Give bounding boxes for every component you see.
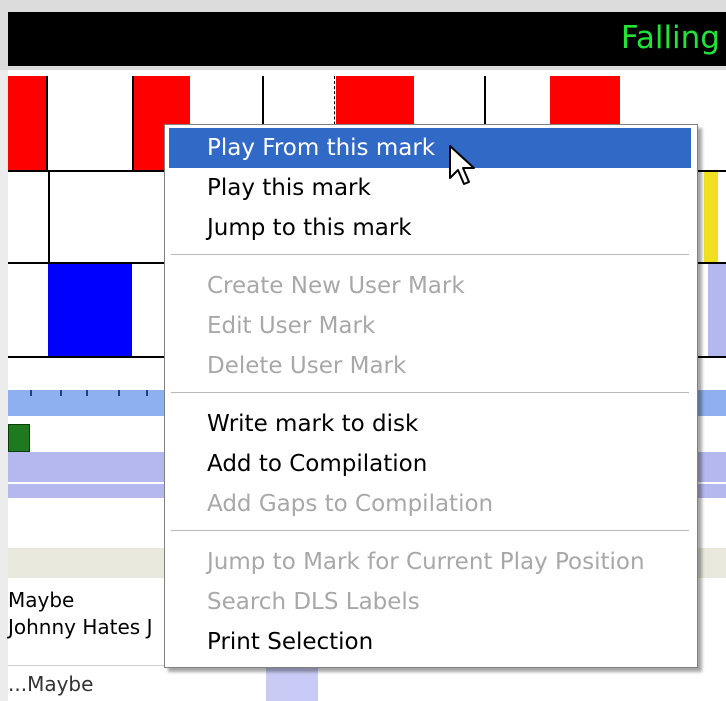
grid-line — [48, 172, 50, 264]
track-band — [266, 666, 318, 701]
left-gutter — [0, 70, 8, 701]
menu-item-print-selection[interactable]: Print Selection — [169, 622, 691, 662]
mark-cell[interactable] — [708, 264, 726, 356]
menu-item-add-gaps[interactable]: Add Gaps to Compilation — [169, 484, 691, 524]
mark-cell[interactable] — [8, 76, 46, 170]
menu-item-edit-user-mark[interactable]: Edit User Mark — [169, 306, 691, 346]
menu-separator — [171, 530, 689, 532]
ruler-tick — [86, 390, 88, 396]
menu-item-jump-current-position[interactable]: Jump to Mark for Current Play Position — [169, 542, 691, 582]
ruler-tick — [60, 390, 62, 396]
menu-item-write-to-disk[interactable]: Write mark to disk — [169, 404, 691, 444]
menu-separator — [171, 254, 689, 256]
menu-item-jump-to-mark[interactable]: Jump to this mark — [169, 208, 691, 248]
menu-item-delete-user-mark[interactable]: Delete User Mark — [169, 346, 691, 386]
menu-item-play-mark[interactable]: Play this mark — [169, 168, 691, 208]
grid-line — [132, 76, 134, 170]
list-item[interactable]: Johnny Hates J — [8, 615, 152, 639]
mark-cell[interactable] — [48, 76, 132, 170]
list-item[interactable]: Maybe — [8, 588, 74, 612]
menu-item-play-from-mark[interactable]: Play From this mark — [169, 128, 691, 168]
arrow-cursor-icon — [449, 145, 475, 185]
track-title: Falling — [620, 20, 720, 56]
ruler-tick — [30, 390, 32, 396]
mark-cell[interactable] — [48, 264, 132, 356]
ruler-tick — [146, 390, 148, 396]
menu-item-create-user-mark[interactable]: Create New User Mark — [169, 266, 691, 306]
position-marker[interactable] — [8, 424, 30, 452]
menu-item-search-dls[interactable]: Search DLS Labels — [169, 582, 691, 622]
grid-line — [46, 76, 48, 170]
list-item[interactable]: ...Maybe — [8, 672, 93, 696]
context-menu[interactable]: Play From this mark Play this mark Jump … — [164, 124, 698, 668]
mark-cell[interactable] — [704, 172, 718, 262]
menu-separator — [171, 392, 689, 394]
menu-item-add-to-compilation[interactable]: Add to Compilation — [169, 444, 691, 484]
title-bar: Falling — [8, 12, 726, 66]
ruler-tick — [118, 390, 120, 396]
